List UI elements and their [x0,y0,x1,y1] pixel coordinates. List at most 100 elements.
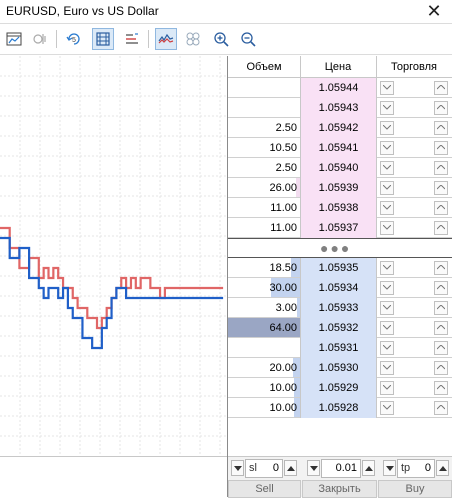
ask-row: 26.00 1.05939 [228,178,452,198]
dom-window: EURUSD, Euro vs US Dollar ✕ 5 Объем Цена… [0,0,452,498]
one-click-trading-icon[interactable] [92,28,114,50]
sell-limit-button[interactable] [380,281,394,295]
volume-value: 10.00 [269,382,297,394]
buy-limit-button[interactable] [434,141,448,155]
sell-limit-button[interactable] [380,181,394,195]
toolbar-separator [56,30,57,48]
sell-limit-button[interactable] [380,101,394,115]
lot-size-field[interactable]: 0.01 [321,459,361,478]
sl-label: sl [249,462,257,474]
price-cell[interactable]: 1.05935 [300,258,376,278]
dom-header: Объем Цена Торговля [228,56,452,78]
price-cell[interactable]: 1.05931 [300,338,376,358]
bid-row: 3.00 1.05933 [228,298,452,318]
dom-levels-icon[interactable] [121,28,143,50]
lot-increase-button[interactable] [362,460,375,476]
price-cell[interactable]: 1.05944 [300,78,376,98]
sell-limit-button[interactable] [380,361,394,375]
buy-button[interactable]: Buy [378,480,452,498]
sl-increase-button[interactable] [284,460,297,476]
price-cell[interactable]: 1.05934 [300,278,376,298]
zoom-out-icon[interactable] [237,28,259,50]
buy-limit-button[interactable] [434,381,448,395]
sell-limit-button[interactable] [380,141,394,155]
buy-limit-button[interactable] [434,341,448,355]
price-cell[interactable]: 1.05939 [300,178,376,198]
buy-limit-button[interactable] [434,321,448,335]
buy-limit-button[interactable] [434,101,448,115]
trade-header: Торговля [391,61,437,73]
volume-cell: 20.00 [228,358,300,378]
buy-limit-button[interactable] [434,361,448,375]
trade-cell [376,98,452,118]
ask-row: 1.05943 [228,98,452,118]
buy-limit-button[interactable] [434,81,448,95]
lot-value: 0.01 [335,462,357,474]
close-position-button[interactable]: Закрыть [302,480,377,498]
buy-limit-button[interactable] [434,161,448,175]
volume-value: 26.00 [269,182,297,194]
line-chart-icon[interactable] [155,28,177,50]
bid-row: 10.00 1.05928 [228,398,452,418]
price-cell[interactable]: 1.05941 [300,138,376,158]
sell-limit-button[interactable] [380,81,394,95]
trade-cell [376,218,452,238]
price-cell[interactable]: 1.05933 [300,298,376,318]
price-cell[interactable]: 1.05929 [300,378,376,398]
sl-field[interactable]: sl 0 [245,459,283,478]
price-cell[interactable]: 1.05938 [300,198,376,218]
buy-limit-button[interactable] [434,401,448,415]
sell-limit-button[interactable] [380,381,394,395]
buy-limit-button[interactable] [434,261,448,275]
toolbar-separator [148,30,149,48]
ask-row: 2.50 1.05942 [228,118,452,138]
sell-limit-button[interactable] [380,221,394,235]
volume-cell: 18.50 [228,258,300,278]
depth-settings-icon[interactable] [29,28,51,50]
price-cell[interactable]: 1.05940 [300,158,376,178]
volume-cell [228,98,300,118]
tp-decrease-button[interactable] [383,460,396,476]
sell-limit-button[interactable] [380,161,394,175]
buy-limit-button[interactable] [434,281,448,295]
sl-decrease-button[interactable] [231,460,244,476]
buy-limit-button[interactable] [434,181,448,195]
price-cell[interactable]: 1.05942 [300,118,376,138]
ask-row: 2.50 1.05940 [228,158,452,178]
sell-limit-button[interactable] [380,401,394,415]
sell-limit-button[interactable] [380,121,394,135]
volume-cell: 10.00 [228,378,300,398]
volume-header: Объем [246,61,282,73]
sell-button[interactable]: Sell [228,480,301,498]
price-cell[interactable]: 1.05937 [300,218,376,238]
buy-limit-button[interactable] [434,301,448,315]
tp-field[interactable]: tp 0 [397,459,435,478]
price-value: 1.05941 [318,142,359,154]
circles-icon[interactable] [182,28,204,50]
sell-limit-button[interactable] [380,341,394,355]
price-value: 1.05934 [318,282,359,294]
buy-limit-button[interactable] [434,121,448,135]
bid-row: 20.00 1.05930 [228,358,452,378]
tick-chart-icon[interactable]: 5 [63,28,85,50]
lot-decrease-button[interactable] [307,460,320,476]
chart-window-icon[interactable] [3,28,25,50]
spread-indicator: ●●● [320,240,352,256]
sell-limit-button[interactable] [380,301,394,315]
volume-value: 2.50 [275,122,297,134]
price-cell[interactable]: 1.05932 [300,318,376,338]
buy-limit-button[interactable] [434,201,448,215]
price-cell[interactable]: 1.05943 [300,98,376,118]
buy-limit-button[interactable] [434,221,448,235]
sell-limit-button[interactable] [380,201,394,215]
sell-limit-button[interactable] [380,261,394,275]
trade-cell [376,398,452,418]
price-value: 1.05929 [318,382,359,394]
close-icon[interactable]: ✕ [422,0,446,22]
price-cell[interactable]: 1.05930 [300,358,376,378]
tp-increase-button[interactable] [436,460,449,476]
price-cell[interactable]: 1.05928 [300,398,376,418]
volume-value: 30.00 [269,282,297,294]
sell-limit-button[interactable] [380,321,394,335]
zoom-in-icon[interactable] [210,28,232,50]
